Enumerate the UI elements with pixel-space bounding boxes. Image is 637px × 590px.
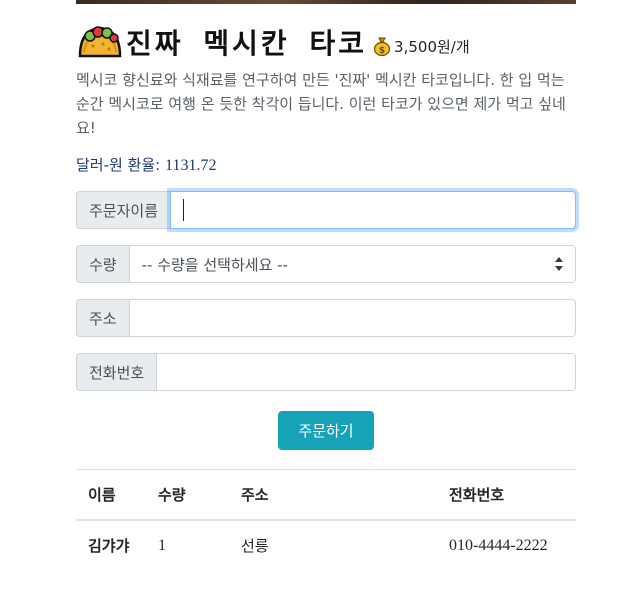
text-cursor	[183, 199, 185, 221]
phone-label: 전화번호	[76, 353, 157, 391]
submit-row: 주문하기	[76, 411, 576, 450]
table-row: 김갸갸 1 선릉 010-4444-2222	[76, 519, 576, 570]
order-name: 김갸갸	[76, 519, 146, 570]
address-label: 주소	[76, 299, 129, 337]
phone-input-group: 전화번호	[76, 353, 576, 391]
order-phone: 010-4444-2222	[437, 519, 576, 570]
product-description: 멕시코 향신료와 식재료를 연구하여 만든 '진짜' 멕시칸 타코입니다. 한 …	[76, 71, 566, 137]
select-arrows-icon	[555, 257, 563, 271]
product-title: 진짜 멕시칸 타코	[126, 27, 368, 60]
table-header-row: 이름 수량 주소 전화번호	[76, 469, 576, 521]
product-header: 진짜 멕시칸 타코 $ 3,500원/개	[76, 20, 576, 64]
column-header-phone: 전화번호	[437, 469, 576, 521]
column-header-quantity: 수량	[146, 469, 229, 521]
quantity-select[interactable]: -- 수량을 선택하세요 --	[128, 245, 576, 283]
phone-input[interactable]	[156, 353, 576, 391]
main-container: 진짜 멕시칸 타코 $ 3,500원/개 멕시코 향신료와 식재료를 연구하여 …	[76, 20, 576, 570]
column-header-address: 주소	[229, 469, 437, 521]
orders-table: 이름 수량 주소 전화번호 김갸갸 1 선릉 010-4444-2222	[76, 469, 576, 570]
hero-image-strip	[76, 0, 576, 4]
order-address: 선릉	[229, 519, 437, 570]
column-header-name: 이름	[76, 469, 146, 521]
order-quantity: 1	[146, 519, 229, 570]
name-input-group: 주문자이름	[76, 191, 576, 229]
name-input[interactable]	[170, 191, 576, 229]
svg-text:$: $	[379, 46, 385, 56]
quantity-select-value: -- 수량을 선택하세요 --	[141, 255, 288, 274]
taco-icon	[76, 22, 124, 62]
address-input-group: 주소	[76, 299, 576, 337]
money-bag-icon: $	[373, 36, 391, 57]
exchange-rate: 달러-원 환율: 1131.72	[76, 154, 576, 175]
quantity-input-group: 수량 -- 수량을 선택하세요 --	[76, 245, 576, 283]
name-label: 주문자이름	[76, 191, 171, 229]
exchange-rate-label: 달러-원 환율:	[76, 156, 161, 174]
quantity-label: 수량	[76, 245, 129, 283]
address-input[interactable]	[128, 299, 576, 337]
exchange-rate-value: 1131.72	[165, 157, 217, 174]
price-text: 3,500원/개	[394, 37, 470, 56]
order-button[interactable]: 주문하기	[278, 411, 374, 450]
price-tag: $ 3,500원/개	[373, 36, 470, 57]
